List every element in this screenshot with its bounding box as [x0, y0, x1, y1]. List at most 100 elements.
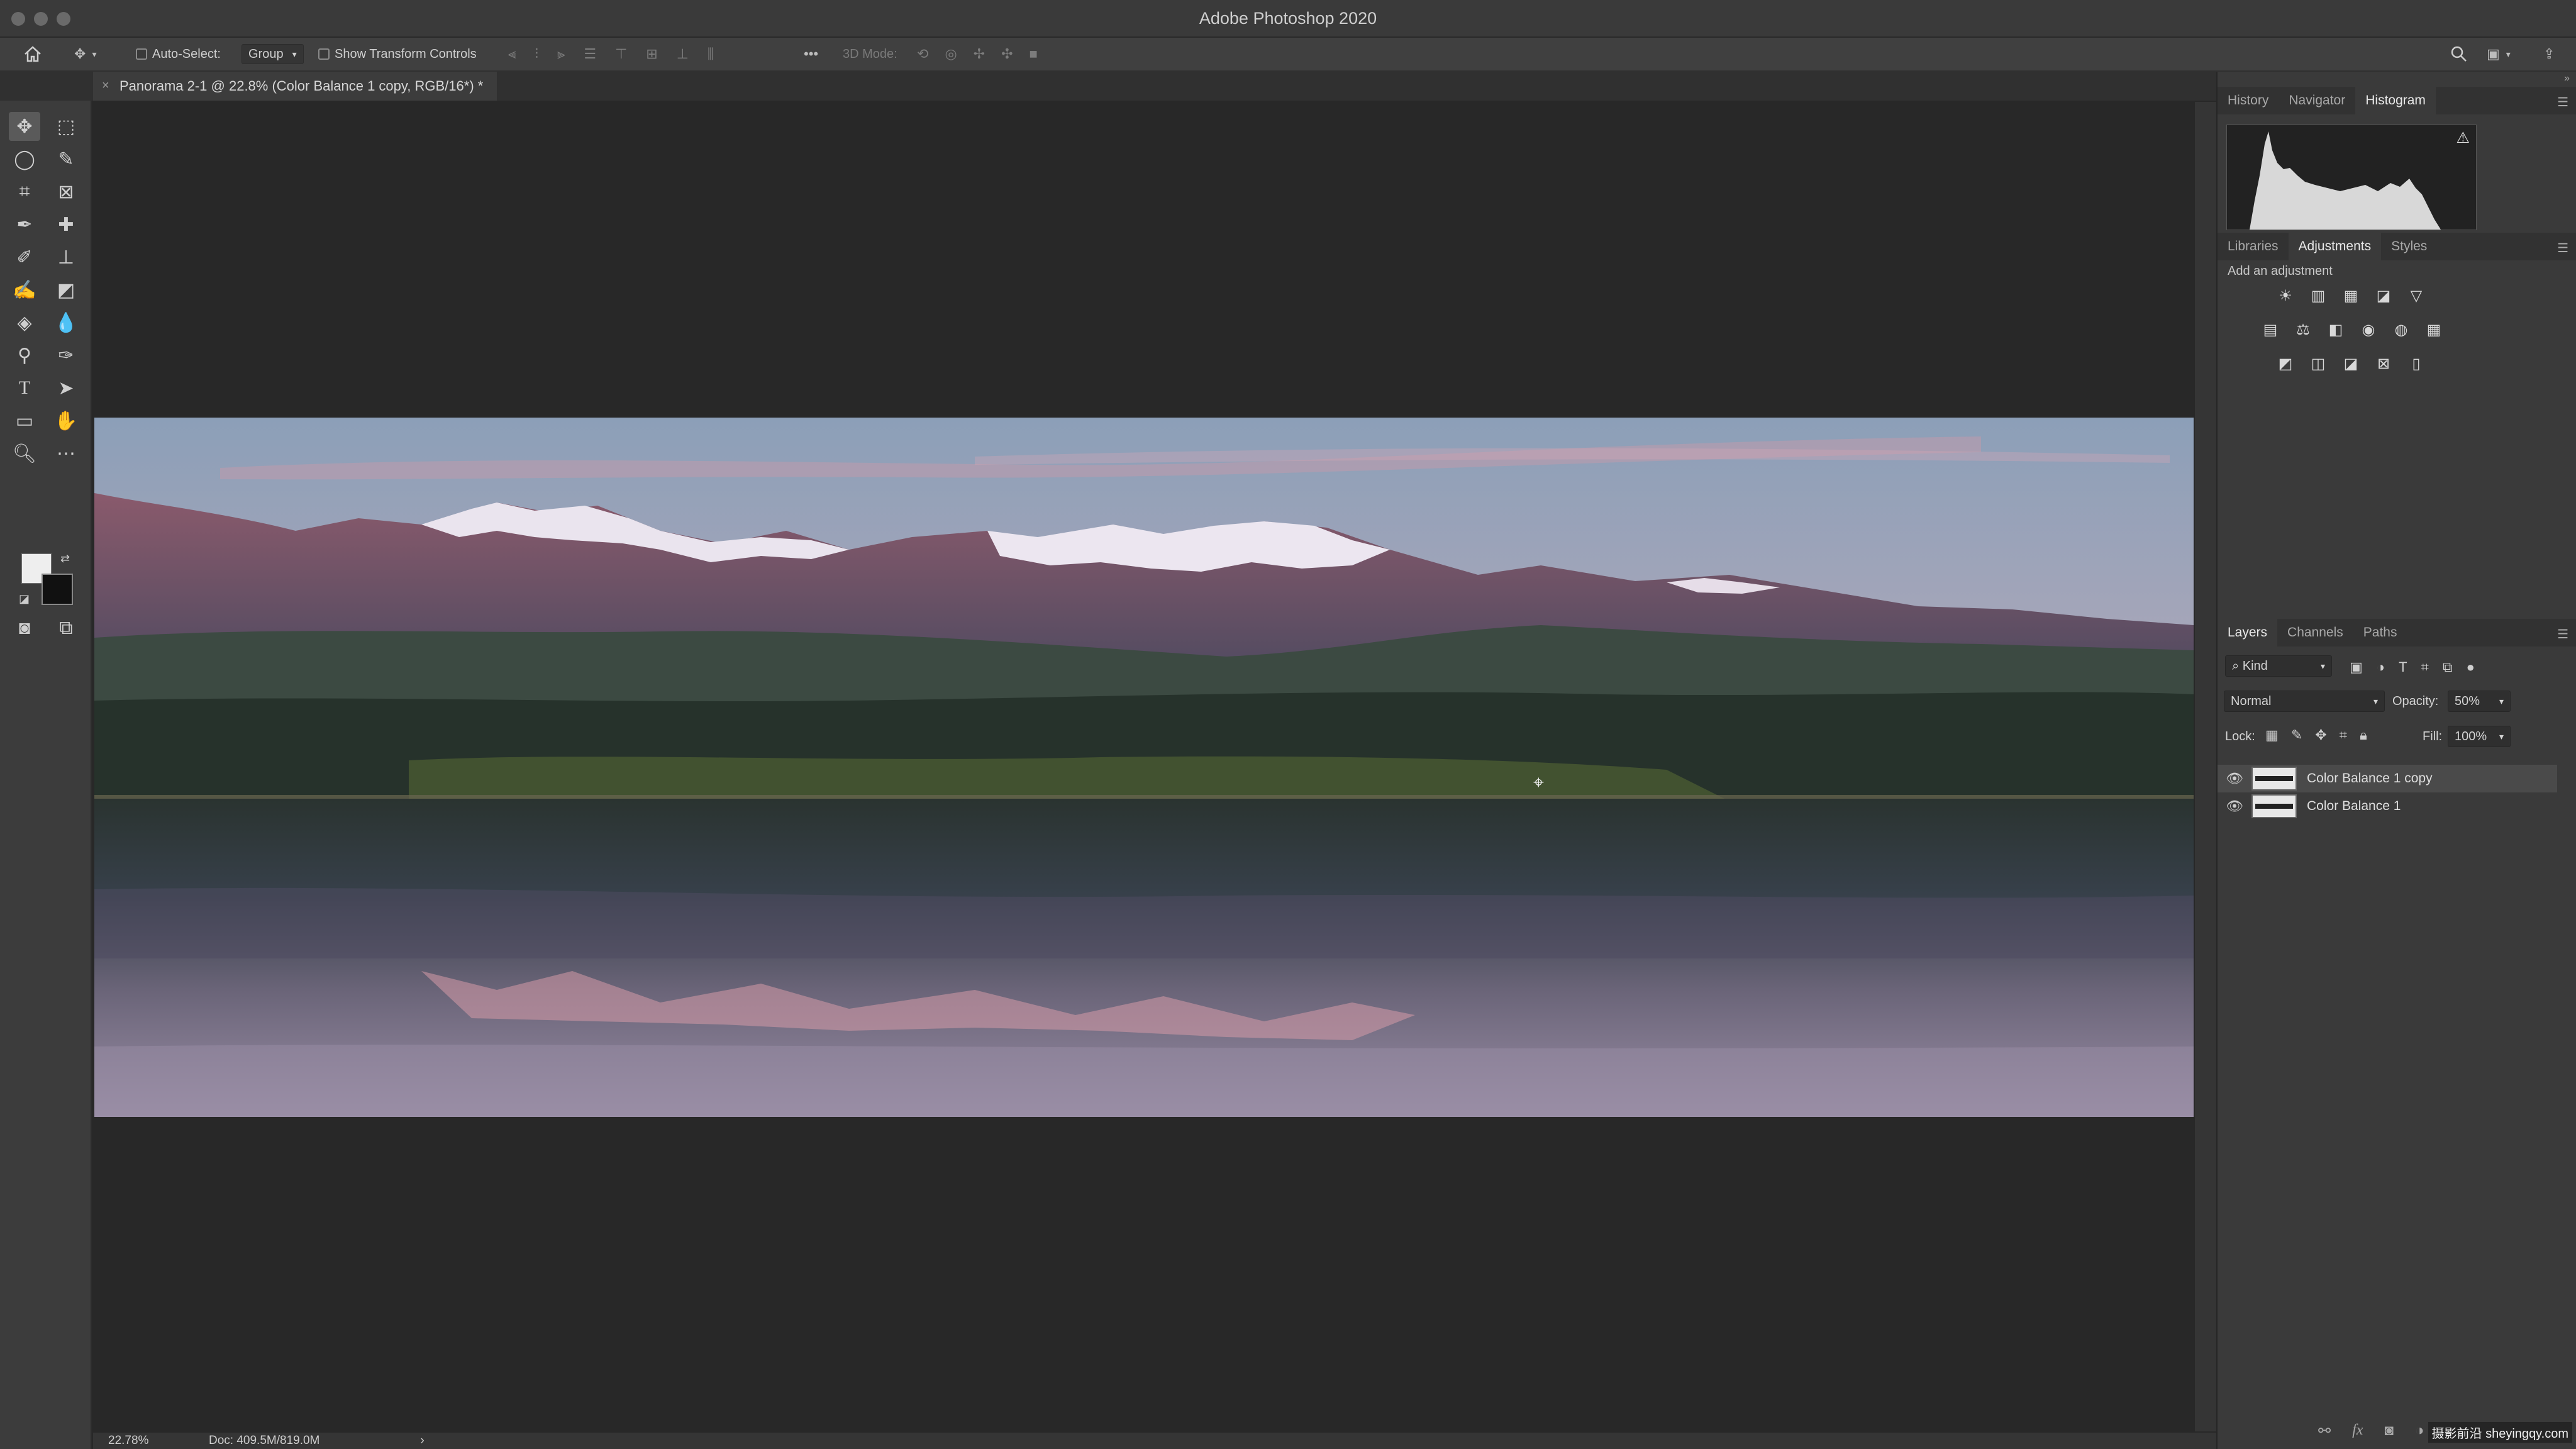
filter-type-icon[interactable]: T	[2399, 659, 2407, 675]
3d-camera-icon[interactable]: ■	[1030, 47, 1038, 61]
align-right-icon[interactable]: ⫸	[557, 47, 565, 61]
blend-mode-dropdown[interactable]: Normal ▾	[2224, 691, 2385, 712]
layer-style-icon[interactable]: fx	[2352, 1422, 2363, 1440]
screen-mode-icon[interactable]: ⧉	[50, 614, 82, 643]
align-left-icon[interactable]: ⫷	[508, 47, 516, 61]
panel-menu-icon[interactable]: ☰	[2557, 94, 2568, 110]
photo-filter-icon[interactable]: ◉	[2360, 321, 2377, 338]
background-color-swatch[interactable]	[42, 574, 73, 605]
tab-libraries[interactable]: Libraries	[2218, 233, 2289, 260]
frame-tool-icon[interactable]: ⊠	[50, 177, 82, 206]
marquee-tool-icon[interactable]: ⬚	[50, 112, 82, 141]
healing-brush-icon[interactable]: ✚	[50, 210, 82, 239]
tab-histogram[interactable]: Histogram	[2355, 87, 2436, 114]
vertical-scrollbar[interactable]	[2195, 102, 2216, 1431]
align-bottom-icon[interactable]: ⊥	[677, 47, 689, 61]
share-icon[interactable]: ⇪	[2543, 43, 2555, 65]
path-select-icon[interactable]: ➤	[50, 374, 82, 402]
rectangle-tool-icon[interactable]: ▭	[9, 406, 40, 435]
status-menu-arrow[interactable]: ›	[420, 1434, 424, 1448]
eyedropper-tool-icon[interactable]: ✒	[9, 210, 40, 239]
filter-toggle-icon[interactable]: ●	[2467, 659, 2475, 675]
exposure-icon[interactable]: ◪	[2375, 287, 2392, 304]
brush-tool-icon[interactable]: ✐	[9, 243, 40, 272]
layer-name[interactable]: Color Balance 1	[2307, 799, 2401, 814]
pen-tool-icon[interactable]: ✑	[50, 341, 82, 370]
show-transform-checkbox[interactable]: Show Transform Controls	[318, 43, 477, 65]
align-center-icon[interactable]: ⫶	[535, 47, 538, 61]
color-lookup-icon[interactable]: ▦	[2425, 321, 2443, 338]
tab-adjustments[interactable]: Adjustments	[2288, 233, 2382, 260]
tab-styles[interactable]: Styles	[2381, 233, 2437, 260]
distribute-vertical-icon[interactable]: ⫼	[708, 47, 714, 61]
home-icon[interactable]	[23, 43, 43, 65]
move-tool-preset-icon[interactable]: ✥ ▾	[74, 43, 96, 65]
3d-orbit-icon[interactable]: ⟲	[917, 47, 928, 61]
align-top-icon[interactable]: ⊤	[615, 47, 627, 61]
filter-shape-icon[interactable]: ⌗	[2421, 659, 2429, 675]
filter-smart-object-icon[interactable]: ⧉	[2443, 659, 2453, 675]
adjustments-menu-icon[interactable]: ☰	[2557, 240, 2568, 256]
warning-icon[interactable]: ⚠	[2456, 129, 2470, 147]
tab-layers[interactable]: Layers	[2218, 619, 2278, 647]
link-layers-icon[interactable]: ⚯	[2318, 1422, 2331, 1440]
canvas-area[interactable]: ⌖	[93, 102, 2194, 1431]
3d-roll-icon[interactable]: ◎	[945, 47, 957, 61]
brightness-icon[interactable]: ☀	[2277, 287, 2294, 304]
filter-pixel-icon[interactable]: ▣	[2350, 659, 2363, 675]
lock-pixels-icon[interactable]: ✎	[2291, 727, 2302, 743]
hue-saturation-icon[interactable]: ▤	[2262, 321, 2279, 338]
default-colors-icon[interactable]: ◪	[19, 592, 30, 606]
lock-all-icon[interactable]: 🔒︎	[2360, 727, 2367, 743]
blur-tool-icon[interactable]: 💧	[50, 308, 82, 337]
opacity-field[interactable]: 50% ▾	[2448, 691, 2511, 712]
visibility-eye-icon[interactable]: 👁︎	[2218, 798, 2251, 814]
visibility-eye-icon[interactable]: 👁︎	[2218, 770, 2251, 787]
workspace-icon[interactable]: ▣ ▾	[2487, 43, 2511, 65]
layer-filter-dropdown[interactable]: ⌕ Kind ▾	[2225, 655, 2332, 677]
zoom-tool-icon[interactable]: 🔍︎	[9, 439, 40, 468]
layer-row[interactable]: 👁︎ Color Balance 1	[2218, 792, 2557, 820]
expand-panels-icon[interactable]: »	[2564, 73, 2570, 84]
auto-select-mode-dropdown[interactable]: Group ▾	[242, 43, 304, 65]
tab-navigator[interactable]: Navigator	[2279, 87, 2355, 114]
dodge-tool-icon[interactable]: ⚲	[9, 341, 40, 370]
fill-field[interactable]: 100% ▾	[2448, 726, 2511, 747]
black-white-icon[interactable]: ◧	[2327, 321, 2345, 338]
new-adjustment-layer-icon[interactable]: ◑	[2415, 1422, 2424, 1440]
auto-select-checkbox[interactable]: Auto-Select:	[136, 43, 221, 65]
color-balance-icon[interactable]: ⚖	[2294, 321, 2312, 338]
levels-icon[interactable]: ▥	[2309, 287, 2327, 304]
3d-pan-icon[interactable]: ✢	[974, 47, 985, 61]
vibrance-icon[interactable]: ▽	[2407, 287, 2425, 304]
eraser-tool-icon[interactable]: ◩	[50, 275, 82, 304]
quick-mask-icon[interactable]: ◙	[9, 614, 40, 643]
filter-adjustment-icon[interactable]: ◑	[2377, 659, 2385, 675]
layer-row[interactable]: 👁︎ Color Balance 1 copy	[2218, 765, 2557, 792]
more-options-icon[interactable]: •••	[804, 43, 818, 65]
hand-tool-icon[interactable]: ✋	[50, 406, 82, 435]
tab-history[interactable]: History	[2218, 87, 2279, 114]
crop-tool-icon[interactable]: ⌗	[9, 177, 40, 206]
type-tool-icon[interactable]: T	[9, 374, 40, 402]
quick-select-tool-icon[interactable]: ✎	[50, 145, 82, 174]
threshold-icon[interactable]: ◪	[2342, 355, 2360, 372]
tab-paths[interactable]: Paths	[2353, 619, 2407, 647]
history-brush-icon[interactable]: ✍	[9, 275, 40, 304]
layers-menu-icon[interactable]: ☰	[2557, 626, 2568, 642]
zoom-level[interactable]: 22.78%	[108, 1434, 184, 1448]
invert-icon[interactable]: ◩	[2277, 355, 2294, 372]
channel-mixer-icon[interactable]: ◍	[2392, 321, 2410, 338]
close-tab-icon[interactable]: ×	[102, 79, 109, 93]
posterize-icon[interactable]: ◫	[2309, 355, 2327, 372]
clone-stamp-icon[interactable]: ⊥	[50, 243, 82, 272]
align-middle-icon[interactable]: ⊞	[646, 47, 657, 61]
distribute-icon[interactable]: ☰	[584, 47, 596, 61]
search-icon[interactable]	[2450, 43, 2468, 65]
lasso-tool-icon[interactable]: ◯	[9, 145, 40, 174]
move-tool-icon[interactable]: ✥	[9, 112, 40, 141]
selective-color-icon[interactable]: ⊠	[2375, 355, 2392, 372]
document-tab[interactable]: × Panorama 2-1 @ 22.8% (Color Balance 1 …	[93, 72, 497, 101]
lock-transparent-icon[interactable]: ▦	[2265, 727, 2279, 743]
paint-bucket-icon[interactable]: ◈	[9, 308, 40, 337]
